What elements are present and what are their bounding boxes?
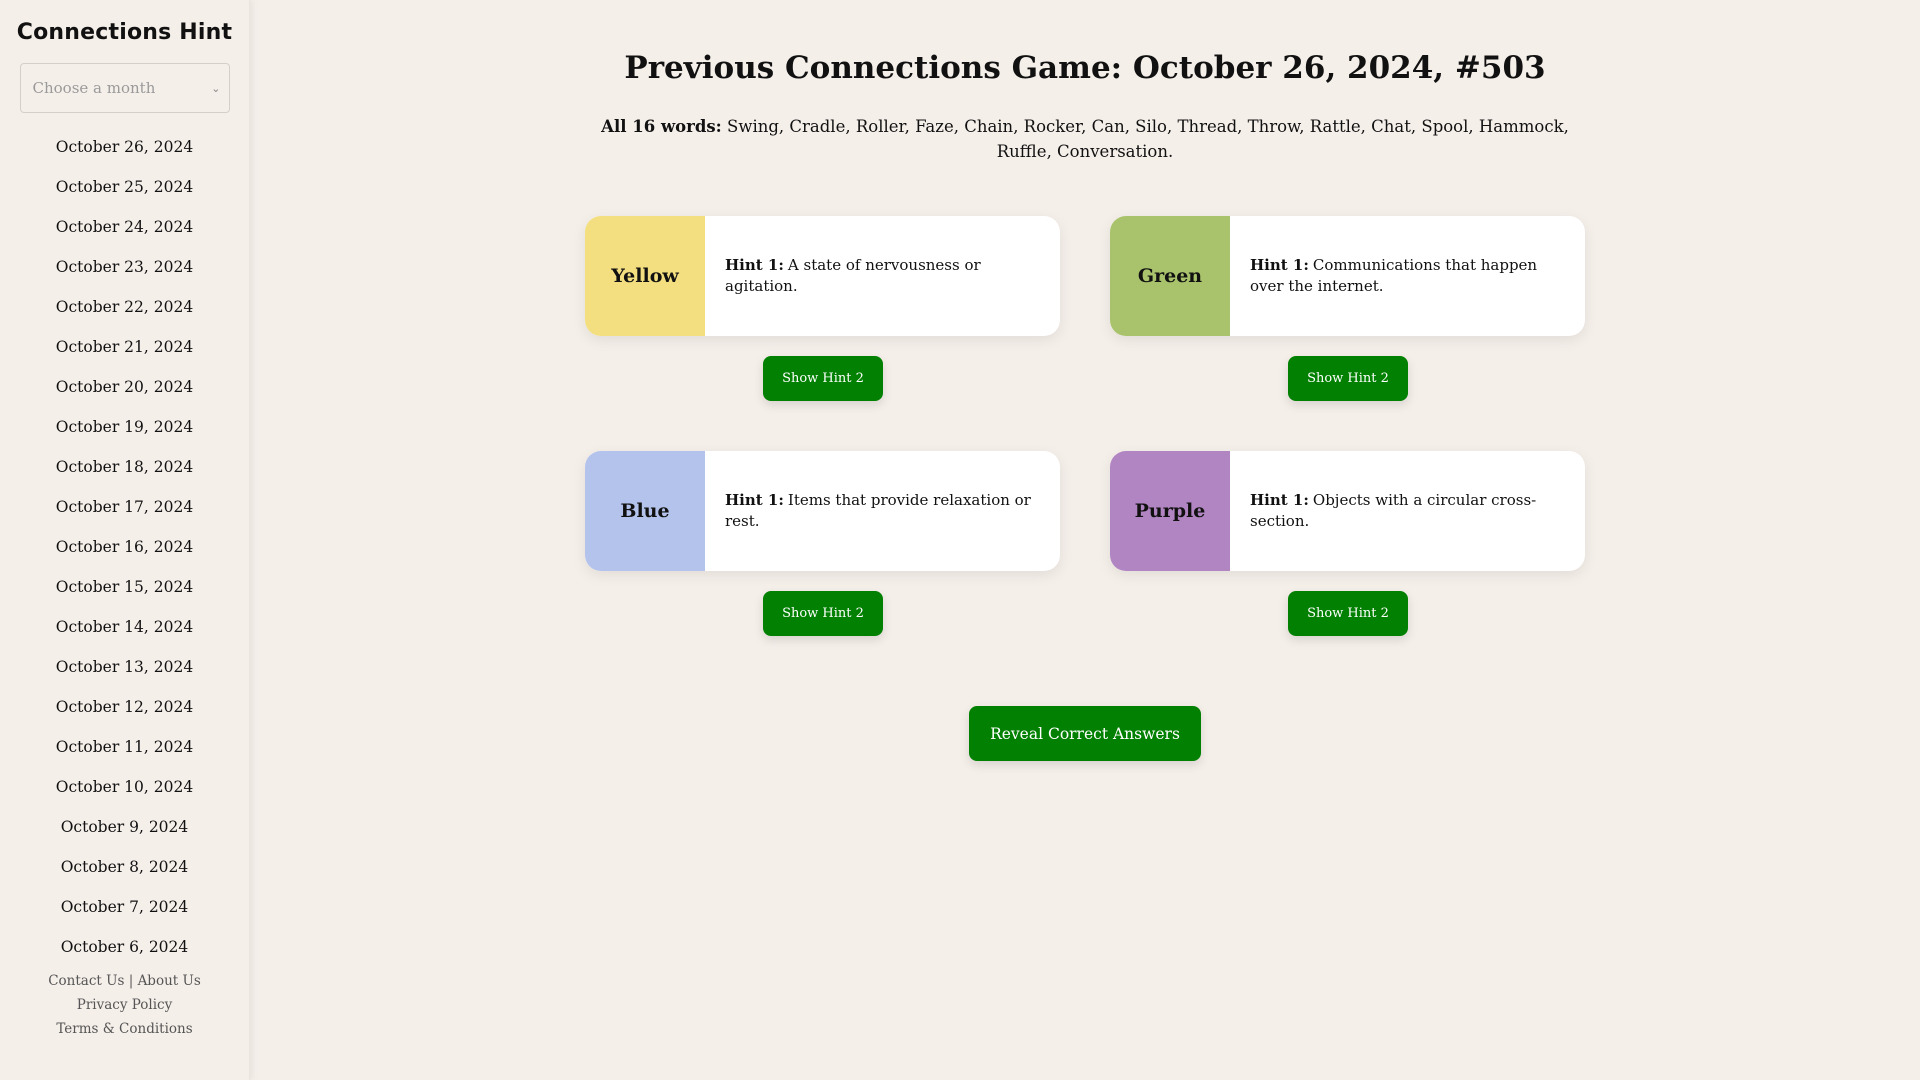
hint-text-green: Hint 1: Communications that happen over t… xyxy=(1230,216,1585,336)
date-link[interactable]: October 18, 2024 xyxy=(56,447,193,487)
all-words-label: All 16 words: xyxy=(601,117,722,136)
date-link[interactable]: October 15, 2024 xyxy=(56,567,193,607)
hint-text-yellow: Hint 1: A state of nervousness or agitati… xyxy=(705,216,1060,336)
all-words-list: Swing, Cradle, Roller, Faze, Chain, Rock… xyxy=(727,117,1569,161)
chevron-down-icon: ⌄ xyxy=(211,81,221,95)
show-hint-2-purple-button[interactable]: Show Hint 2 xyxy=(1288,591,1408,636)
footer-links: Contact Us | About Us Privacy Policy Ter… xyxy=(48,969,201,1041)
main-content: Previous Connections Game: October 26, 2… xyxy=(250,0,1920,1080)
show-hint-2-green-button[interactable]: Show Hint 2 xyxy=(1288,356,1408,401)
hint-card-purple: Purple Hint 1: Objects with a circular cr… xyxy=(1110,451,1585,571)
hint-label: Hint 1: xyxy=(1250,256,1309,274)
date-link[interactable]: October 17, 2024 xyxy=(56,487,193,527)
reveal-answers-button[interactable]: Reveal Correct Answers xyxy=(969,706,1201,761)
hint-text-blue: Hint 1: Items that provide relaxation or … xyxy=(705,451,1060,571)
date-link[interactable]: October 10, 2024 xyxy=(56,767,193,807)
date-link[interactable]: October 16, 2024 xyxy=(56,527,193,567)
hint-card-blue: Blue Hint 1: Items that provide relaxatio… xyxy=(585,451,1060,571)
hint-label: Hint 1: xyxy=(725,256,784,274)
hint-card-yellow: Yellow Hint 1: A state of nervousness or … xyxy=(585,216,1060,336)
date-link[interactable]: October 21, 2024 xyxy=(56,327,193,367)
date-link[interactable]: October 26, 2024 xyxy=(56,127,193,167)
hint-card-green: Green Hint 1: Communications that happen … xyxy=(1110,216,1585,336)
hint-text-purple: Hint 1: Objects with a circular cross-sec… xyxy=(1230,451,1585,571)
date-link[interactable]: October 19, 2024 xyxy=(56,407,193,447)
date-link[interactable]: October 24, 2024 xyxy=(56,207,193,247)
color-swatch-blue: Blue xyxy=(585,451,705,571)
date-link[interactable]: October 25, 2024 xyxy=(56,167,193,207)
color-swatch-green: Green xyxy=(1110,216,1230,336)
about-us-link[interactable]: About Us xyxy=(138,973,201,989)
month-select-placeholder: Choose a month xyxy=(32,79,156,97)
hint-label: Hint 1: xyxy=(1250,491,1309,509)
hint-label: Hint 1: xyxy=(725,491,784,509)
privacy-policy-link[interactable]: Privacy Policy xyxy=(77,997,173,1013)
sidebar: Connections Hint Choose a month ⌄ Octobe… xyxy=(0,0,250,1080)
color-swatch-purple: Purple xyxy=(1110,451,1230,571)
show-hint-2-yellow-button[interactable]: Show Hint 2 xyxy=(763,356,883,401)
site-title[interactable]: Connections Hint xyxy=(17,20,232,45)
color-swatch-yellow: Yellow xyxy=(585,216,705,336)
date-link[interactable]: October 11, 2024 xyxy=(56,727,193,767)
month-select[interactable]: Choose a month ⌄ xyxy=(19,63,230,113)
date-link[interactable]: October 6, 2024 xyxy=(56,927,193,967)
footer-separator: | xyxy=(128,973,134,989)
terms-conditions-link[interactable]: Terms & Conditions xyxy=(56,1021,192,1037)
date-link[interactable]: October 7, 2024 xyxy=(56,887,193,927)
show-hint-2-blue-button[interactable]: Show Hint 2 xyxy=(763,591,883,636)
date-list: October 26, 2024 October 25, 2024 October … xyxy=(56,127,193,967)
date-link[interactable]: October 13, 2024 xyxy=(56,647,193,687)
date-link[interactable]: October 8, 2024 xyxy=(56,847,193,887)
date-link[interactable]: October 9, 2024 xyxy=(56,807,193,847)
date-link[interactable]: October 20, 2024 xyxy=(56,367,193,407)
date-link[interactable]: October 22, 2024 xyxy=(56,287,193,327)
date-link[interactable]: October 12, 2024 xyxy=(56,687,193,727)
contact-us-link[interactable]: Contact Us xyxy=(48,973,124,989)
page-title: Previous Connections Game: October 26, 2… xyxy=(624,50,1546,86)
all-words: All 16 words: Swing, Cradle, Roller, Faz… xyxy=(585,114,1585,164)
date-link[interactable]: October 14, 2024 xyxy=(56,607,193,647)
date-link[interactable]: October 23, 2024 xyxy=(56,247,193,287)
